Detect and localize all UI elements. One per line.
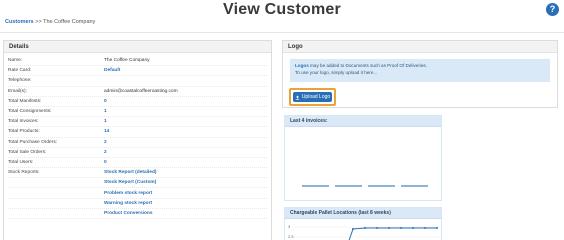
detail-row: Total Products: 14 (8, 127, 267, 138)
help-icon[interactable]: ? (546, 3, 559, 16)
detail-row: Warning stock report (8, 199, 267, 209)
detail-value-link[interactable]: Default (104, 68, 120, 73)
pallets-point (352, 228, 354, 230)
detail-label: Total Sale Orders: (8, 149, 47, 155)
detail-row: Stock Report (Custom) (8, 178, 267, 189)
invoices-panel: Last 4 invoices: (284, 115, 442, 201)
upload-logo-highlight: Upload Logo (289, 88, 336, 106)
pallets-point (388, 227, 390, 229)
detail-label: Email(s): (8, 88, 27, 94)
detail-value-link[interactable]: Problem stock report (104, 191, 152, 196)
invoice-bar (401, 185, 428, 187)
detail-row: Rate Card: Default (8, 66, 267, 77)
detail-value-link[interactable]: 2 (104, 140, 107, 145)
upload-logo-button[interactable]: Upload Logo (293, 92, 332, 102)
detail-label: Total Invoices: (8, 119, 39, 125)
details-panel: Details Name: The Coffee Company Rate Card… (3, 40, 272, 240)
y-tick-label: 2.5 (288, 234, 294, 239)
detail-row: Stock Reports: Stock Report (detailed) (8, 168, 267, 179)
invoices-panel-title: Last 4 invoices: (285, 116, 441, 127)
pallets-line (348, 227, 437, 240)
detail-label: Total Manifests: (8, 98, 42, 104)
detail-label: Total Consignments: (8, 109, 52, 115)
pallets-point (376, 227, 378, 229)
y-tick-label: 3 (288, 224, 291, 229)
detail-row: Total Sale Orders: 2 (8, 148, 267, 158)
detail-label: Telephone: (8, 78, 32, 84)
detail-label: Stock Reports: (8, 170, 40, 176)
detail-label: Rate Card: (8, 68, 32, 74)
pallets-panel-title: Chargeable Pallet Locations (last 8 week… (285, 208, 441, 219)
detail-value-link[interactable]: Product Conversions (104, 211, 153, 216)
details-list: Name: The Coffee Company Rate Card: Default… (4, 53, 271, 219)
detail-label: Total Users: (8, 159, 34, 165)
invoice-bar (368, 185, 395, 187)
invoice-bar (335, 185, 362, 187)
pallets-point (412, 227, 414, 229)
detail-row: Total Purchase Orders: 2 (8, 138, 267, 148)
detail-value: admin@coastalcoffeeroasting.com (104, 88, 178, 94)
logo-panel: Logo Logos may be added to Documents suc… (282, 40, 558, 108)
pallets-panel: Chargeable Pallet Locations (last 8 week… (284, 207, 442, 240)
detail-value-link[interactable]: 0 (104, 99, 107, 104)
upload-logo-label: Upload Logo (301, 94, 331, 100)
detail-label: Name: (8, 58, 23, 64)
detail-row: Email(s): admin@coastalcoffeeroasting.com (8, 87, 267, 97)
invoice-bar (302, 185, 329, 187)
detail-value-link[interactable]: 0 (104, 160, 107, 165)
detail-row: Total Invoices: 1 (8, 117, 267, 128)
logo-info-bold: Logos (295, 63, 309, 68)
logo-info-line1: may be added to Documents such as Proof … (308, 63, 427, 68)
detail-row: Total Users: 0 (8, 158, 267, 169)
detail-row: Name: The Coffee Company (8, 56, 267, 67)
pallets-point (364, 227, 366, 229)
upload-icon (295, 95, 300, 100)
breadcrumb: Customers >> The Coffee Company (5, 19, 95, 25)
detail-value-link[interactable]: 1 (104, 119, 107, 124)
header-divider (0, 32, 564, 33)
details-panel-title: Details (4, 41, 271, 53)
detail-value-link[interactable]: 1 (104, 109, 107, 114)
pallets-point (424, 227, 426, 229)
detail-value-link[interactable]: Warning stock report (104, 201, 152, 206)
breadcrumb-separator: >> (35, 19, 42, 25)
pallets-point (436, 227, 438, 229)
detail-label: Total Purchase Orders: (8, 139, 58, 145)
page-title: View Customer (223, 1, 341, 18)
detail-row: Problem stock report (8, 188, 267, 199)
detail-row: Product Conversions (8, 209, 267, 219)
detail-value-link[interactable]: Stock Report (Custom) (104, 180, 156, 185)
logo-panel-title: Logo (283, 41, 557, 53)
detail-value-link[interactable]: Stock Report (detailed) (104, 170, 157, 175)
detail-row: Telephone: (8, 76, 267, 87)
pallets-point (400, 227, 402, 229)
logo-info-line2: To use your logo, simply upload it here.… (295, 70, 378, 75)
breadcrumb-current: The Coffee Company (43, 19, 96, 25)
detail-row: Total Manifests: 0 (8, 97, 267, 107)
detail-value-link[interactable]: 2 (104, 150, 107, 155)
detail-value-link[interactable]: 14 (104, 129, 109, 134)
pallets-chart (295, 226, 441, 240)
logo-info-box: Logos may be added to Documents such as … (290, 59, 550, 82)
detail-label: Total Products: (8, 129, 40, 135)
detail-row: Total Consignments: 1 (8, 107, 267, 118)
breadcrumb-customers-link[interactable]: Customers (5, 19, 34, 25)
detail-value: The Coffee Company (104, 58, 150, 64)
